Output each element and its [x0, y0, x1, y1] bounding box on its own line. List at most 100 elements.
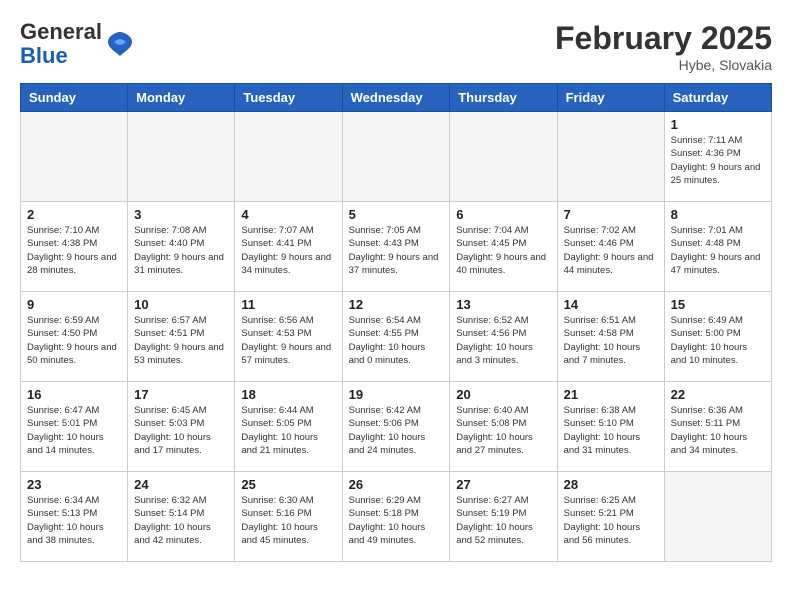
- calendar-cell: 6 Sunrise: 7:04 AM Sunset: 4:45 PM Daylig…: [450, 202, 557, 292]
- day-number: 26: [349, 477, 444, 492]
- logo-general: General: [20, 19, 102, 44]
- day-number: 20: [456, 387, 550, 402]
- calendar-cell: [235, 112, 342, 202]
- day-detail: Sunrise: 7:07 AM Sunset: 4:41 PM Dayligh…: [241, 224, 335, 277]
- month-title: February 2025: [555, 20, 772, 57]
- calendar-cell: [450, 112, 557, 202]
- day-number: 3: [134, 207, 228, 222]
- day-detail: Sunrise: 7:04 AM Sunset: 4:45 PM Dayligh…: [456, 224, 550, 277]
- day-number: 5: [349, 207, 444, 222]
- calendar-cell: 14 Sunrise: 6:51 AM Sunset: 4:58 PM Dayli…: [557, 292, 664, 382]
- weekday-header-monday: Monday: [128, 84, 235, 112]
- weekday-header-tuesday: Tuesday: [235, 84, 342, 112]
- calendar-cell: 3 Sunrise: 7:08 AM Sunset: 4:40 PM Daylig…: [128, 202, 235, 292]
- calendar-cell: 22 Sunrise: 6:36 AM Sunset: 5:11 PM Dayli…: [664, 382, 771, 472]
- week-row-4: 23Sunrise: 6:34 AM Sunset: 5:13 PM Dayli…: [21, 472, 772, 562]
- day-number: 25: [241, 477, 335, 492]
- weekday-header-wednesday: Wednesday: [342, 84, 450, 112]
- logo: General Blue: [20, 20, 136, 68]
- calendar-cell: 10 Sunrise: 6:57 AM Sunset: 4:51 PM Dayli…: [128, 292, 235, 382]
- calendar-cell: 16 Sunrise: 6:47 AM Sunset: 5:01 PM Dayli…: [21, 382, 128, 472]
- day-detail: Sunrise: 7:02 AM Sunset: 4:46 PM Dayligh…: [564, 224, 658, 277]
- calendar-cell: 19 Sunrise: 6:42 AM Sunset: 5:06 PM Dayli…: [342, 382, 450, 472]
- day-detail: Sunrise: 6:36 AM Sunset: 5:11 PM Dayligh…: [671, 404, 765, 457]
- day-detail: Sunrise: 6:47 AM Sunset: 5:01 PM Dayligh…: [27, 404, 121, 457]
- calendar-cell: 17Sunrise: 6:45 AM Sunset: 5:03 PM Dayli…: [128, 382, 235, 472]
- day-number: 17: [134, 387, 228, 402]
- week-row-0: 1 Sunrise: 7:11 AM Sunset: 4:36 PM Daylig…: [21, 112, 772, 202]
- day-detail: Sunrise: 6:52 AM Sunset: 4:56 PM Dayligh…: [456, 314, 550, 367]
- day-detail: Sunrise: 6:30 AM Sunset: 5:16 PM Dayligh…: [241, 494, 335, 547]
- page-header: General Blue February 2025 Hybe, Slovaki…: [20, 20, 772, 73]
- day-number: 21: [564, 387, 658, 402]
- calendar-cell: 21Sunrise: 6:38 AM Sunset: 5:10 PM Dayli…: [557, 382, 664, 472]
- calendar-cell: [557, 112, 664, 202]
- day-number: 1: [671, 117, 765, 132]
- calendar-cell: 23Sunrise: 6:34 AM Sunset: 5:13 PM Dayli…: [21, 472, 128, 562]
- day-detail: Sunrise: 6:29 AM Sunset: 5:18 PM Dayligh…: [349, 494, 444, 547]
- day-number: 10: [134, 297, 228, 312]
- day-number: 22: [671, 387, 765, 402]
- day-number: 19: [349, 387, 444, 402]
- calendar-cell: 7Sunrise: 7:02 AM Sunset: 4:46 PM Daylig…: [557, 202, 664, 292]
- calendar-cell: [342, 112, 450, 202]
- day-detail: Sunrise: 7:11 AM Sunset: 4:36 PM Dayligh…: [671, 134, 765, 187]
- day-number: 24: [134, 477, 228, 492]
- day-number: 12: [349, 297, 444, 312]
- day-number: 9: [27, 297, 121, 312]
- day-detail: Sunrise: 6:57 AM Sunset: 4:51 PM Dayligh…: [134, 314, 228, 367]
- day-number: 14: [564, 297, 658, 312]
- day-detail: Sunrise: 7:08 AM Sunset: 4:40 PM Dayligh…: [134, 224, 228, 277]
- day-number: 6: [456, 207, 550, 222]
- weekday-header-saturday: Saturday: [664, 84, 771, 112]
- calendar-cell: 8 Sunrise: 7:01 AM Sunset: 4:48 PM Daylig…: [664, 202, 771, 292]
- logo-blue: Blue: [20, 43, 68, 68]
- day-number: 28: [564, 477, 658, 492]
- calendar-cell: 12Sunrise: 6:54 AM Sunset: 4:55 PM Dayli…: [342, 292, 450, 382]
- day-detail: Sunrise: 6:34 AM Sunset: 5:13 PM Dayligh…: [27, 494, 121, 547]
- calendar-cell: 9 Sunrise: 6:59 AM Sunset: 4:50 PM Daylig…: [21, 292, 128, 382]
- calendar-cell: [128, 112, 235, 202]
- day-number: 8: [671, 207, 765, 222]
- day-detail: Sunrise: 6:51 AM Sunset: 4:58 PM Dayligh…: [564, 314, 658, 367]
- day-detail: Sunrise: 7:01 AM Sunset: 4:48 PM Dayligh…: [671, 224, 765, 277]
- weekday-header-row: SundayMondayTuesdayWednesdayThursdayFrid…: [21, 84, 772, 112]
- day-detail: Sunrise: 6:32 AM Sunset: 5:14 PM Dayligh…: [134, 494, 228, 547]
- week-row-2: 9 Sunrise: 6:59 AM Sunset: 4:50 PM Daylig…: [21, 292, 772, 382]
- day-detail: Sunrise: 6:40 AM Sunset: 5:08 PM Dayligh…: [456, 404, 550, 457]
- day-number: 16: [27, 387, 121, 402]
- day-number: 11: [241, 297, 335, 312]
- week-row-1: 2Sunrise: 7:10 AM Sunset: 4:38 PM Daylig…: [21, 202, 772, 292]
- calendar-cell: [21, 112, 128, 202]
- day-detail: Sunrise: 6:59 AM Sunset: 4:50 PM Dayligh…: [27, 314, 121, 367]
- day-number: 13: [456, 297, 550, 312]
- calendar-cell: 11Sunrise: 6:56 AM Sunset: 4:53 PM Dayli…: [235, 292, 342, 382]
- day-number: 4: [241, 207, 335, 222]
- day-detail: Sunrise: 6:49 AM Sunset: 5:00 PM Dayligh…: [671, 314, 765, 367]
- weekday-header-friday: Friday: [557, 84, 664, 112]
- weekday-header-sunday: Sunday: [21, 84, 128, 112]
- calendar-cell: 1 Sunrise: 7:11 AM Sunset: 4:36 PM Daylig…: [664, 112, 771, 202]
- calendar-cell: 28Sunrise: 6:25 AM Sunset: 5:21 PM Dayli…: [557, 472, 664, 562]
- logo-text: General Blue: [20, 20, 102, 68]
- calendar-cell: [664, 472, 771, 562]
- day-number: 15: [671, 297, 765, 312]
- calendar-cell: 20 Sunrise: 6:40 AM Sunset: 5:08 PM Dayli…: [450, 382, 557, 472]
- day-detail: Sunrise: 7:05 AM Sunset: 4:43 PM Dayligh…: [349, 224, 444, 277]
- title-area: February 2025 Hybe, Slovakia: [555, 20, 772, 73]
- calendar: SundayMondayTuesdayWednesdayThursdayFrid…: [20, 83, 772, 562]
- weekday-header-thursday: Thursday: [450, 84, 557, 112]
- day-detail: Sunrise: 6:42 AM Sunset: 5:06 PM Dayligh…: [349, 404, 444, 457]
- calendar-cell: 13 Sunrise: 6:52 AM Sunset: 4:56 PM Dayli…: [450, 292, 557, 382]
- day-detail: Sunrise: 6:44 AM Sunset: 5:05 PM Dayligh…: [241, 404, 335, 457]
- calendar-cell: 15 Sunrise: 6:49 AM Sunset: 5:00 PM Dayli…: [664, 292, 771, 382]
- calendar-cell: 27Sunrise: 6:27 AM Sunset: 5:19 PM Dayli…: [450, 472, 557, 562]
- calendar-cell: 18 Sunrise: 6:44 AM Sunset: 5:05 PM Dayli…: [235, 382, 342, 472]
- calendar-cell: 26 Sunrise: 6:29 AM Sunset: 5:18 PM Dayli…: [342, 472, 450, 562]
- calendar-cell: 5 Sunrise: 7:05 AM Sunset: 4:43 PM Daylig…: [342, 202, 450, 292]
- calendar-cell: 24 Sunrise: 6:32 AM Sunset: 5:14 PM Dayli…: [128, 472, 235, 562]
- calendar-cell: 4 Sunrise: 7:07 AM Sunset: 4:41 PM Daylig…: [235, 202, 342, 292]
- day-number: 18: [241, 387, 335, 402]
- calendar-cell: 2Sunrise: 7:10 AM Sunset: 4:38 PM Daylig…: [21, 202, 128, 292]
- calendar-cell: 25 Sunrise: 6:30 AM Sunset: 5:16 PM Dayli…: [235, 472, 342, 562]
